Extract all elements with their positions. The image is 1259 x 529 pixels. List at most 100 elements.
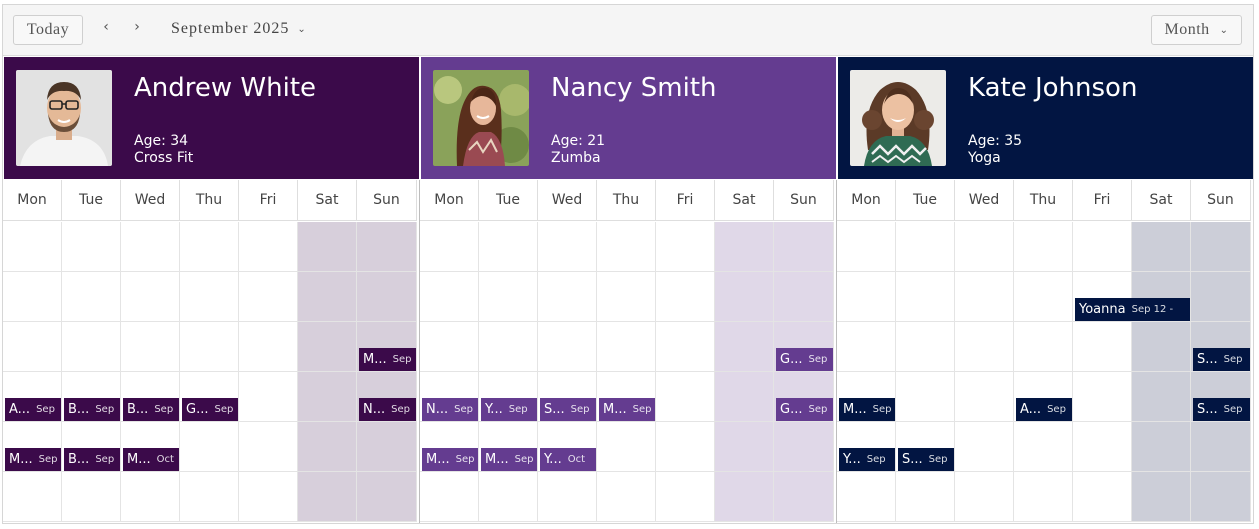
calendar-cell[interactable]: [62, 222, 121, 272]
calendar-cell[interactable]: [298, 322, 357, 372]
calendar-cell[interactable]: [239, 222, 298, 272]
calendar-cell[interactable]: [1132, 222, 1191, 272]
calendar-cell[interactable]: [774, 272, 834, 322]
calendar-cell[interactable]: [955, 472, 1014, 522]
event-chip[interactable]: M... Oct: [123, 448, 179, 471]
calendar-cell[interactable]: [239, 422, 298, 472]
calendar-cell[interactable]: [656, 222, 715, 272]
calendar-cell[interactable]: [3, 222, 62, 272]
event-chip[interactable]: S... Sep: [1193, 398, 1250, 421]
calendar-cell[interactable]: [774, 472, 834, 522]
calendar-cell[interactable]: [538, 222, 597, 272]
event-chip[interactable]: S... Sep: [540, 398, 596, 421]
calendar-cell[interactable]: [837, 472, 896, 522]
calendar-cell[interactable]: [597, 322, 656, 372]
event-chip[interactable]: A... Sep: [5, 398, 61, 421]
calendar-cell[interactable]: [239, 322, 298, 372]
calendar-cell[interactable]: [955, 322, 1014, 372]
calendar-cell[interactable]: [479, 222, 538, 272]
calendar-cell[interactable]: [715, 272, 774, 322]
calendar-cell[interactable]: [3, 272, 62, 322]
calendar-cell[interactable]: [298, 372, 357, 422]
calendar-cell[interactable]: [656, 272, 715, 322]
calendar-cell[interactable]: [538, 272, 597, 322]
event-chip[interactable]: G... Sep: [776, 398, 833, 421]
calendar-cell[interactable]: [1191, 272, 1251, 322]
event-chip[interactable]: M... Sep: [5, 448, 61, 471]
calendar-cell[interactable]: [837, 222, 896, 272]
calendar-cell[interactable]: [121, 222, 180, 272]
calendar-cell[interactable]: [357, 422, 417, 472]
calendar-cell[interactable]: [955, 222, 1014, 272]
event-chip[interactable]: A... Sep: [1016, 398, 1072, 421]
calendar-cell[interactable]: [1073, 472, 1132, 522]
calendar-cell[interactable]: [357, 272, 417, 322]
calendar-cell[interactable]: [62, 272, 121, 322]
calendar-cell[interactable]: [298, 472, 357, 522]
event-chip[interactable]: M... Sep: [481, 448, 537, 471]
calendar-cell[interactable]: [538, 472, 597, 522]
calendar-cell[interactable]: [1073, 422, 1132, 472]
event-chip[interactable]: M... Sep: [839, 398, 895, 421]
calendar-cell[interactable]: [656, 472, 715, 522]
calendar-cell[interactable]: [1191, 422, 1251, 472]
event-chip[interactable]: S... Sep: [1193, 348, 1250, 371]
event-chip[interactable]: B... Sep: [64, 398, 120, 421]
calendar-cell[interactable]: [180, 422, 239, 472]
event-chip[interactable]: Y... Sep: [481, 398, 537, 421]
calendar-cell[interactable]: [896, 272, 955, 322]
calendar-cell[interactable]: [597, 472, 656, 522]
event-chip[interactable]: S... Sep: [898, 448, 954, 471]
calendar-cell[interactable]: [479, 472, 538, 522]
calendar-cell[interactable]: [597, 272, 656, 322]
calendar-cell[interactable]: [420, 322, 479, 372]
calendar-cell[interactable]: [180, 322, 239, 372]
calendar-cell[interactable]: [715, 322, 774, 372]
event-chip[interactable]: Y... Sep: [839, 448, 895, 471]
calendar-cell[interactable]: [837, 272, 896, 322]
calendar-cell[interactable]: [837, 322, 896, 372]
chevron-left-icon[interactable]: ‹: [98, 19, 114, 35]
period-selector[interactable]: September 2025 ⌄: [171, 20, 307, 38]
calendar-cell[interactable]: [239, 272, 298, 322]
calendar-cell[interactable]: [121, 472, 180, 522]
calendar-cell[interactable]: [896, 472, 955, 522]
calendar-cell[interactable]: [420, 222, 479, 272]
calendar-cell[interactable]: [3, 472, 62, 522]
calendar-cell[interactable]: [298, 272, 357, 322]
calendar-cell[interactable]: [357, 222, 417, 272]
calendar-cell[interactable]: [955, 372, 1014, 422]
calendar-cell[interactable]: [597, 222, 656, 272]
calendar-cell[interactable]: [239, 372, 298, 422]
calendar-cell[interactable]: [656, 322, 715, 372]
calendar-cell[interactable]: [896, 322, 955, 372]
calendar-cell[interactable]: [298, 422, 357, 472]
calendar-cell[interactable]: [1132, 472, 1191, 522]
calendar-cell[interactable]: [420, 272, 479, 322]
calendar-cell[interactable]: [420, 472, 479, 522]
event-chip[interactable]: N... Sep: [359, 398, 416, 421]
calendar-cell[interactable]: [62, 322, 121, 372]
event-chip[interactable]: B... Sep: [64, 448, 120, 471]
calendar-cell[interactable]: [1132, 422, 1191, 472]
calendar-cell[interactable]: [715, 422, 774, 472]
calendar-cell[interactable]: [121, 322, 180, 372]
event-chip[interactable]: B... Sep: [123, 398, 179, 421]
event-chip[interactable]: M... Sep: [599, 398, 655, 421]
calendar-cell[interactable]: [1191, 472, 1251, 522]
calendar-cell[interactable]: [180, 272, 239, 322]
calendar-cell[interactable]: [239, 472, 298, 522]
view-selector-button[interactable]: Month ⌄: [1151, 15, 1242, 45]
calendar-cell[interactable]: [955, 272, 1014, 322]
calendar-cell[interactable]: [357, 472, 417, 522]
calendar-cell[interactable]: [62, 472, 121, 522]
calendar-cell[interactable]: [715, 372, 774, 422]
calendar-cell[interactable]: [1073, 322, 1132, 372]
calendar-cell[interactable]: [774, 422, 834, 472]
calendar-cell[interactable]: [479, 272, 538, 322]
calendar-cell[interactable]: [1073, 372, 1132, 422]
event-chip[interactable]: M... Sep: [422, 448, 478, 471]
calendar-cell[interactable]: [121, 272, 180, 322]
event-chip[interactable]: G... Sep: [776, 348, 833, 371]
calendar-cell[interactable]: [955, 422, 1014, 472]
